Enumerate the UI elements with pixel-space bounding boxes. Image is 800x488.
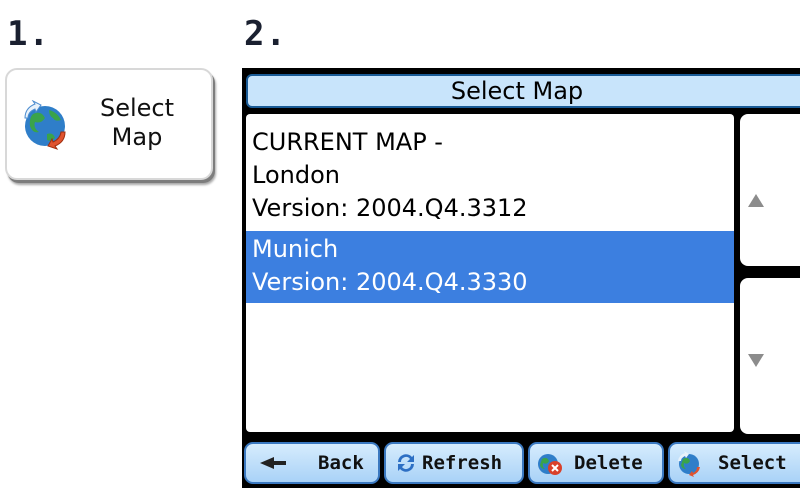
map-name: Munich <box>252 235 339 263</box>
scroll-down-button[interactable] <box>740 278 800 434</box>
back-arrow-icon <box>260 457 286 469</box>
map-list: CURRENT MAP - London Version: 2004.Q4.33… <box>246 114 734 432</box>
triangle-down-icon <box>748 354 764 367</box>
map-name: London <box>252 161 340 189</box>
back-button[interactable]: Back <box>244 442 380 484</box>
map-list-item-munich[interactable]: Munich Version: 2004.Q4.3330 <box>246 231 734 303</box>
back-label: Back <box>318 452 364 474</box>
select-map-screen: Select Map CURRENT MAP - London Version:… <box>242 68 800 488</box>
map-version: Version: 2004.Q4.3312 <box>252 194 528 222</box>
globe-refresh-icon <box>24 100 66 150</box>
select-map-label-line2: Map <box>111 123 163 151</box>
select-map-button[interactable]: Select Map <box>5 68 213 180</box>
delete-button[interactable]: Delete <box>528 442 664 484</box>
step-1-label: 1. <box>7 14 50 54</box>
refresh-button[interactable]: Refresh <box>384 442 524 484</box>
current-map-header: CURRENT MAP - <box>252 128 443 156</box>
delete-label: Delete <box>574 452 643 474</box>
triangle-up-icon <box>748 194 764 207</box>
select-label: Select <box>718 452 787 474</box>
map-list-item-london[interactable]: CURRENT MAP - London Version: 2004.Q4.33… <box>246 114 734 225</box>
globe-refresh-icon <box>678 451 700 477</box>
bottom-toolbar: Back Refresh Delete Select <box>242 440 800 488</box>
select-map-label-line1: Select <box>99 94 175 122</box>
globe-delete-icon <box>538 454 562 475</box>
dialog-title-bar: Select Map <box>246 74 800 108</box>
refresh-icon <box>398 454 414 472</box>
map-version: Version: 2004.Q4.3330 <box>252 268 528 296</box>
dialog-title: Select Map <box>450 77 584 105</box>
refresh-label: Refresh <box>422 452 503 474</box>
select-button[interactable]: Select <box>668 442 800 484</box>
scroll-up-button[interactable] <box>740 114 800 266</box>
step-2-label: 2. <box>244 14 287 54</box>
